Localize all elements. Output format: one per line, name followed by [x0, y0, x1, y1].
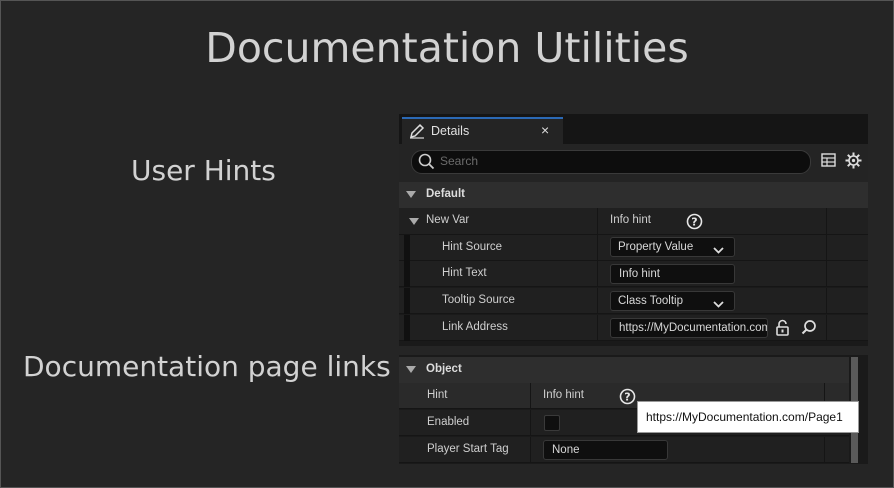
pencil-icon [409, 123, 427, 141]
search-row: Search [399, 144, 868, 182]
indent-bar [404, 288, 410, 314]
indent-bar [404, 315, 410, 341]
hint-value: Info hint [543, 389, 584, 401]
magnifier-icon[interactable] [801, 319, 818, 341]
tooltip-source-value: Class Tooltip [618, 295, 683, 307]
search-icon [418, 153, 435, 175]
hint-source-dropdown[interactable]: Property Value [610, 237, 735, 257]
svg-text:?: ? [624, 391, 630, 404]
column-divider [530, 437, 531, 463]
link-tooltip: https://MyDocumentation.com/Page1 [637, 401, 859, 433]
question-circle-icon[interactable]: ? [619, 388, 636, 410]
section-label-doc-links: Documentation page links [23, 350, 391, 383]
column-divider [826, 315, 827, 341]
row-player-start-tag: Player Start Tag None [399, 437, 849, 463]
svg-text:?: ? [691, 216, 697, 229]
column-divider [530, 410, 531, 436]
search-placeholder: Search [440, 154, 479, 168]
link-address-field[interactable]: https://MyDocumentation.com/Page1 [610, 318, 768, 338]
slide-title: Documentation Utilities [205, 24, 689, 72]
enabled-label: Enabled [427, 416, 470, 428]
column-divider [826, 235, 827, 261]
link-address-value: https://MyDocumentation.com/Page1 [619, 322, 767, 334]
hint-source-value: Property Value [618, 241, 694, 253]
player-start-tag-field[interactable]: None [543, 440, 668, 460]
tooltip-source-dropdown[interactable]: Class Tooltip [610, 291, 735, 311]
column-divider [597, 288, 598, 314]
expand-arrow-icon [406, 366, 416, 373]
search-input[interactable]: Search [411, 150, 811, 174]
category-object[interactable]: Object [399, 357, 849, 383]
column-divider [597, 261, 598, 287]
player-start-tag-label: Player Start Tag [427, 443, 509, 455]
gear-icon[interactable] [845, 152, 862, 174]
new-var-value: Info hint [610, 214, 651, 226]
tab-details-label: Details [431, 124, 470, 138]
tab-details[interactable]: Details × [402, 117, 563, 144]
table-view-icon[interactable] [821, 153, 836, 172]
row-hint-text: Hint Text Info hint [399, 261, 868, 287]
row-new-var: New Var Info hint ? [399, 208, 868, 235]
chevron-down-icon [713, 296, 724, 314]
tab-bar: Details × [399, 114, 868, 144]
details-panel: Details × Search Default New Var Info hi… [399, 114, 868, 346]
question-circle-icon[interactable]: ? [686, 213, 703, 235]
column-divider [530, 383, 531, 409]
tooltip-text: https://MyDocumentation.com/Page1 [646, 410, 843, 424]
column-divider [597, 235, 598, 261]
link-address-label: Link Address [442, 321, 508, 333]
column-divider [826, 208, 827, 234]
column-divider [597, 315, 598, 341]
hint-text-field[interactable]: Info hint [610, 264, 735, 284]
row-link-address: Link Address https://MyDocumentation.com… [399, 315, 868, 341]
hint-text-label: Hint Text [442, 267, 487, 279]
category-object-label: Object [426, 363, 462, 375]
expand-arrow-icon[interactable] [409, 218, 419, 225]
indent-bar [404, 261, 410, 287]
player-start-tag-value: None [552, 444, 580, 456]
column-divider [597, 208, 598, 234]
unlock-icon[interactable] [775, 319, 790, 341]
new-var-label: New Var [426, 214, 470, 226]
enabled-checkbox[interactable] [544, 415, 560, 431]
column-divider [826, 261, 827, 287]
tooltip-source-label: Tooltip Source [442, 294, 515, 306]
chevron-down-icon [713, 242, 724, 260]
category-default[interactable]: Default [399, 182, 868, 208]
indent-bar [404, 235, 410, 261]
hint-text-value: Info hint [619, 268, 660, 280]
hint-label: Hint [427, 389, 448, 401]
section-label-user-hints: User Hints [131, 154, 276, 187]
column-divider [826, 288, 827, 314]
hint-source-label: Hint Source [442, 241, 503, 253]
category-default-label: Default [426, 188, 465, 200]
row-tooltip-source: Tooltip Source Class Tooltip [399, 288, 868, 314]
row-hint-source: Hint Source Property Value [399, 235, 868, 261]
close-icon[interactable]: × [541, 122, 549, 138]
expand-arrow-icon [406, 191, 416, 198]
column-divider [824, 437, 825, 463]
